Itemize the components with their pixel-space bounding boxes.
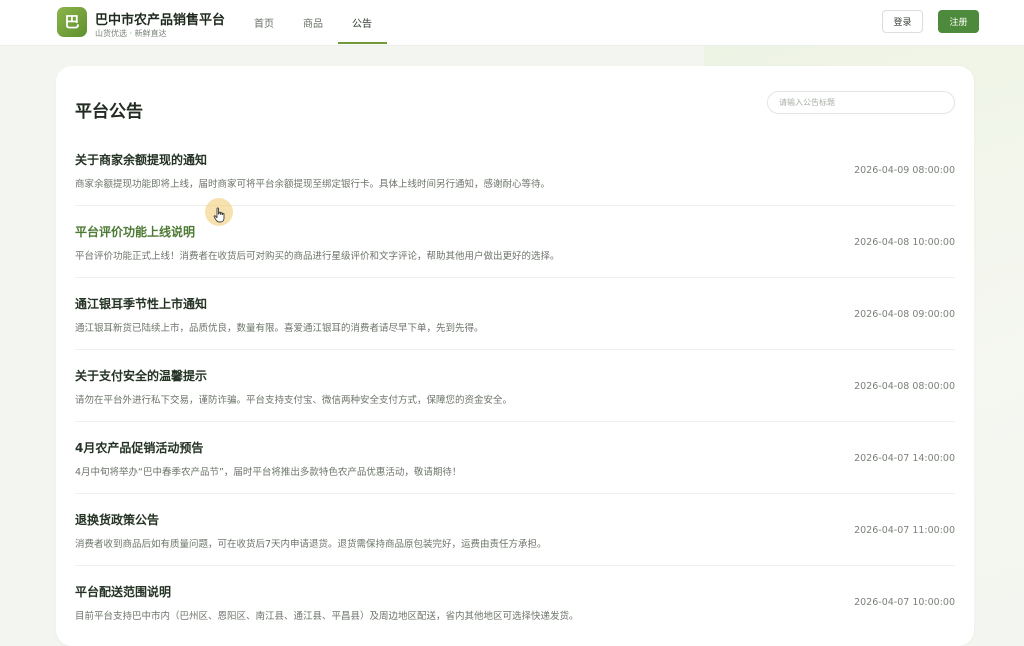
divider: [75, 565, 955, 566]
divider: [75, 493, 955, 494]
register-button[interactable]: 注册: [938, 10, 979, 33]
notice-title[interactable]: 退换货政策公告: [75, 511, 159, 528]
notice-desc: 目前平台支持巴中市内（巴州区、恩阳区、南江县、通江县、平昌县）及周边地区配送，省…: [75, 611, 579, 622]
nav-home[interactable]: 首页: [254, 15, 274, 30]
nav-announcements[interactable]: 公告: [352, 15, 372, 30]
nav-active-indicator: [338, 42, 387, 44]
notice-desc: 消费者收到商品后如有质量问题，可在收货后7天内申请退货。退货需保持商品原包装完好…: [75, 539, 547, 550]
notice-title[interactable]: 关于商家余额提现的通知: [75, 151, 207, 168]
brand-title[interactable]: 巴中市农产品销售平台: [95, 9, 225, 28]
logo[interactable]: 巴: [57, 7, 87, 37]
notice-item[interactable]: 通江银耳季节性上市通知 通江银耳新货已陆续上市，品质优良，数量有限。喜爱通江银耳…: [75, 295, 955, 367]
notice-date: 2026-04-08 09:00:00: [854, 309, 955, 320]
notice-date: 2026-04-08 10:00:00: [854, 237, 955, 248]
brand-subtitle: 山货优选 · 新鲜直达: [95, 29, 167, 38]
hand-pointer-icon: [213, 207, 225, 223]
divider: [75, 277, 955, 278]
notice-item[interactable]: 关于支付安全的温馨提示 请勿在平台外进行私下交易，谨防诈骗。平台支持支付宝、微信…: [75, 367, 955, 439]
page-title: 平台公告: [75, 102, 143, 122]
notice-date: 2026-04-07 14:00:00: [854, 453, 955, 464]
notice-date: 2026-04-07 10:00:00: [854, 597, 955, 608]
notice-date: 2026-04-09 08:00:00: [854, 165, 955, 176]
search-input[interactable]: [767, 91, 955, 114]
notice-item[interactable]: 退换货政策公告 消费者收到商品后如有质量问题，可在收货后7天内申请退货。退货需保…: [75, 511, 955, 583]
notice-desc: 请勿在平台外进行私下交易，谨防诈骗。平台支持支付宝、微信两种安全支付方式，保障您…: [75, 395, 513, 406]
login-button[interactable]: 登录: [882, 10, 923, 33]
notice-desc: 商家余额提现功能即将上线，届时商家可将平台余额提现至绑定银行卡。具体上线时间另行…: [75, 179, 551, 190]
mouse-cursor: [205, 198, 233, 226]
notice-desc: 平台评价功能正式上线！消费者在收货后可对购买的商品进行星级评价和文字评论，帮助其…: [75, 251, 560, 262]
divider: [75, 349, 955, 350]
notice-date: 2026-04-08 08:00:00: [854, 381, 955, 392]
notice-title[interactable]: 平台配送范围说明: [75, 583, 171, 600]
notice-item[interactable]: 4月农产品促销活动预告 4月中旬将举办“巴中春季农产品节”，届时平台将推出多款特…: [75, 439, 955, 511]
nav-products[interactable]: 商品: [303, 15, 323, 30]
notice-date: 2026-04-07 11:00:00: [854, 525, 955, 536]
notice-desc: 通江银耳新货已陆续上市，品质优良，数量有限。喜爱通江银耳的消费者请尽早下单，先到…: [75, 323, 484, 334]
notice-item[interactable]: 平台配送范围说明 目前平台支持巴中市内（巴州区、恩阳区、南江县、通江县、平昌县）…: [75, 583, 955, 623]
divider: [75, 421, 955, 422]
top-navigation-bar: 巴 巴中市农产品销售平台 山货优选 · 新鲜直达 首页 商品 公告 登录 注册: [0, 0, 1024, 46]
notice-item[interactable]: 平台评价功能上线说明 平台评价功能正式上线！消费者在收货后可对购买的商品进行星级…: [75, 223, 955, 295]
logo-glyph: 巴: [64, 12, 80, 31]
notice-title[interactable]: 通江银耳季节性上市通知: [75, 295, 207, 312]
notice-title[interactable]: 关于支付安全的温馨提示: [75, 367, 207, 384]
notice-title[interactable]: 4月农产品促销活动预告: [75, 439, 203, 456]
notice-desc: 4月中旬将举办“巴中春季农产品节”，届时平台将推出多款特色农产品优惠活动，敬请期…: [75, 467, 462, 478]
notice-title[interactable]: 平台评价功能上线说明: [75, 223, 195, 240]
